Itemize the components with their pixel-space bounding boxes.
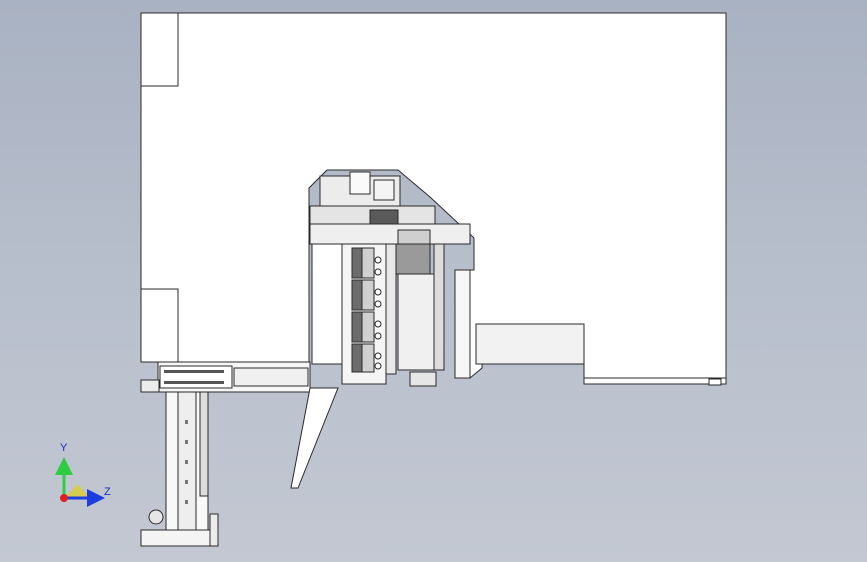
right-arm (475, 323, 585, 365)
angled-blade (290, 387, 339, 489)
tool-magazine (351, 247, 363, 373)
z-axis-label: Z (104, 486, 111, 498)
cad-viewport[interactable]: Y Z (0, 0, 867, 562)
axis-triad-icon (55, 457, 105, 507)
x-axis-icon (60, 494, 68, 502)
base-foot (140, 529, 218, 547)
coordinate-triad: Y Z (40, 440, 130, 520)
housing-top-left-notch (140, 12, 179, 87)
y-axis-label: Y (60, 442, 68, 454)
housing-left-notch (140, 288, 179, 363)
machine-drawing[interactable] (0, 0, 867, 562)
